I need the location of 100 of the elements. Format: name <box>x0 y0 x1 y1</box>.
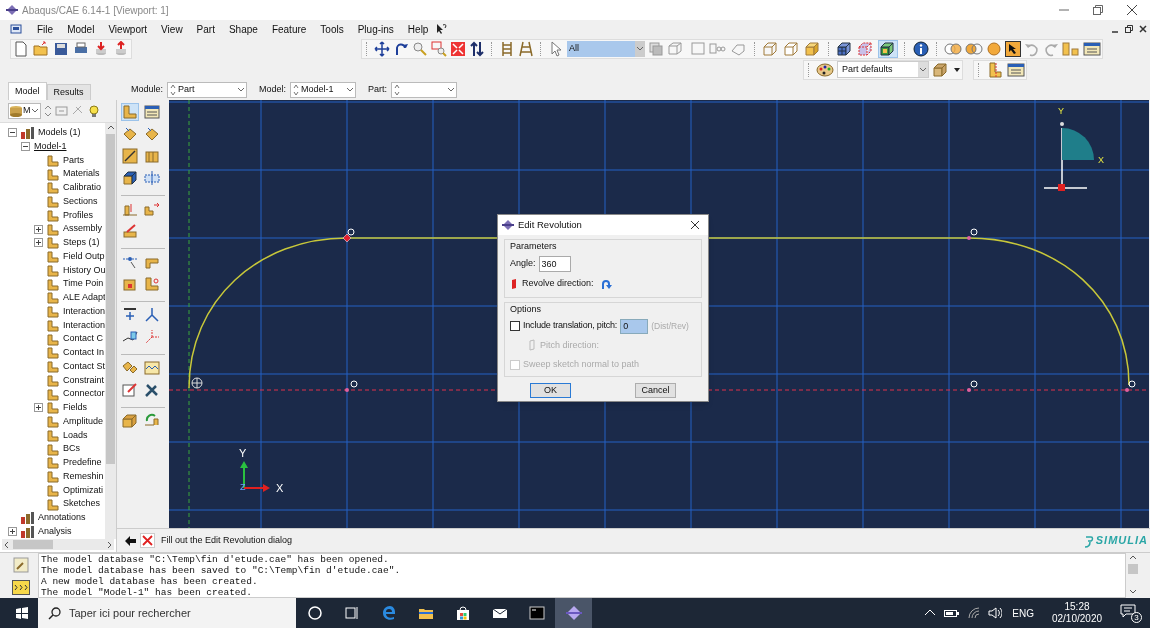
menu-item[interactable]: Help <box>406 21 430 37</box>
tree-item[interactable]: Assembly <box>62 222 103 236</box>
close-icon[interactable] <box>690 220 700 230</box>
menu-item[interactable]: File <box>36 21 55 37</box>
tree-item[interactable]: Parts <box>62 153 85 168</box>
selected-point[interactable] <box>342 233 352 243</box>
tree-item[interactable]: BCs <box>62 442 81 456</box>
dialog-button[interactable]: Cancel <box>635 382 676 398</box>
cancel-icon[interactable] <box>141 534 154 547</box>
collapse-icon[interactable] <box>21 142 30 152</box>
clock[interactable]: 15:28 02/10/2020 <box>1048 601 1106 625</box>
battery-icon[interactable] <box>944 607 961 619</box>
save-icon[interactable] <box>53 40 69 57</box>
angle-field[interactable]: 360 <box>538 256 571 272</box>
app-logo-icon[interactable] <box>565 605 582 621</box>
pen-block-icon[interactable] <box>122 223 138 239</box>
slanted-block-icon[interactable] <box>144 126 160 142</box>
collapse-icon[interactable] <box>8 128 17 138</box>
python-prompt-icon[interactable] <box>12 579 30 595</box>
database-down-icon[interactable] <box>93 40 109 57</box>
point-icon[interactable] <box>122 307 138 323</box>
browser-icon[interactable] <box>380 605 397 621</box>
arrow-block-icon[interactable] <box>144 413 160 429</box>
render-style-select[interactable]: Part defaults <box>837 61 929 78</box>
vertex-marker[interactable] <box>347 228 355 236</box>
tree-item[interactable]: Steps (1) <box>62 236 101 250</box>
tree-item[interactable]: Models (1) <box>37 126 82 140</box>
restore-icon[interactable] <box>1124 24 1134 34</box>
cortana-icon[interactable] <box>306 605 323 621</box>
pencil-note-icon[interactable] <box>122 382 138 398</box>
part-icon[interactable] <box>122 104 138 120</box>
tree-item[interactable]: ALE Adapt <box>62 291 107 305</box>
module-select[interactable]: Part <box>167 82 248 98</box>
menu-item[interactable]: Shape <box>227 21 259 37</box>
menu-item[interactable]: Viewport <box>107 21 149 37</box>
window-icon[interactable] <box>1007 61 1025 78</box>
tree-item[interactable]: Sections <box>62 194 99 209</box>
tree-item[interactable]: Field Outp <box>62 249 106 264</box>
new-file-icon[interactable] <box>13 40 29 57</box>
model-select[interactable]: Model-1 <box>290 82 357 98</box>
vertex-marker[interactable] <box>1128 380 1136 388</box>
chevron-icon[interactable] <box>918 62 928 77</box>
tree-item[interactable]: Fields <box>62 401 88 415</box>
folded-sheet-icon[interactable] <box>122 360 138 376</box>
spinner-icon[interactable] <box>170 84 177 96</box>
task-view-icon[interactable] <box>343 605 360 621</box>
panel-tab[interactable]: Results <box>46 84 91 100</box>
block-icon[interactable] <box>122 276 138 292</box>
tree-item[interactable]: Annotations <box>37 511 87 525</box>
help-cursor-icon[interactable] <box>435 23 448 35</box>
vertex-marker[interactable] <box>350 380 358 388</box>
search-field[interactable]: Taper ici pour rechercher <box>38 598 296 628</box>
scroll-down-icon[interactable] <box>1129 588 1137 596</box>
dialog-button[interactable]: OK <box>530 382 571 398</box>
tree-item[interactable]: Materials <box>62 167 101 181</box>
scroll-right-icon[interactable] <box>106 540 114 549</box>
wave-icon[interactable] <box>144 360 160 376</box>
menu-item[interactable]: Plug-ins <box>356 21 395 37</box>
tree-item[interactable]: Optimizati <box>62 483 104 498</box>
slanted-block-icon[interactable] <box>122 126 138 142</box>
spinner-icon[interactable] <box>394 84 401 96</box>
scroll-thumb[interactable] <box>1128 564 1138 574</box>
frame-block-icon[interactable] <box>144 148 160 164</box>
close-icon[interactable] <box>1126 4 1138 16</box>
tree-item[interactable]: Interaction <box>62 304 107 319</box>
windows-logo-icon[interactable] <box>16 607 28 619</box>
tools-icon[interactable] <box>144 382 160 398</box>
vertex-marker[interactable] <box>970 228 978 236</box>
tree-item[interactable]: History Ou <box>62 263 107 278</box>
document-icon[interactable] <box>10 23 22 35</box>
tree-item[interactable]: Time Poin <box>62 277 105 291</box>
spinner-icon[interactable] <box>293 84 300 96</box>
tree-item[interactable]: Remeshin <box>62 469 105 484</box>
terminal-icon[interactable] <box>528 605 545 621</box>
tree-item[interactable]: Interaction <box>62 318 107 333</box>
vertex-marker[interactable] <box>970 380 978 388</box>
close-icon[interactable] <box>1138 24 1148 34</box>
expand-icon[interactable] <box>34 238 43 248</box>
menu-item[interactable]: Part <box>195 21 216 37</box>
palette-icon[interactable] <box>816 61 834 78</box>
vertical-scrollbar[interactable] <box>105 123 116 539</box>
tree-item[interactable]: Constraint <box>62 373 106 388</box>
tree-item[interactable]: Calibratio <box>62 181 103 195</box>
steps-icon[interactable] <box>144 201 160 217</box>
pitch-field[interactable]: 0 <box>620 318 649 334</box>
tree-item[interactable]: Contact In <box>62 346 106 360</box>
search-icon[interactable] <box>48 606 61 620</box>
notification-icon[interactable] <box>1120 603 1136 619</box>
tree-item[interactable]: Profiles <box>62 208 94 223</box>
open-folder-icon[interactable] <box>33 40 49 57</box>
diagonal-line-icon[interactable] <box>122 148 138 164</box>
tree-item[interactable]: Model-1 <box>33 139 68 154</box>
tree-item[interactable]: Contact C <box>62 332 105 346</box>
database-icon[interactable] <box>9 104 23 118</box>
light-bulb-icon[interactable] <box>87 104 101 118</box>
tree-item[interactable]: Predefine <box>62 456 103 470</box>
tree-item[interactable]: Sketches <box>62 497 102 511</box>
tree-item[interactable]: Connector <box>62 387 106 401</box>
tree-item[interactable]: Contact St <box>62 359 107 374</box>
panel-tab[interactable]: Model <box>8 82 47 100</box>
